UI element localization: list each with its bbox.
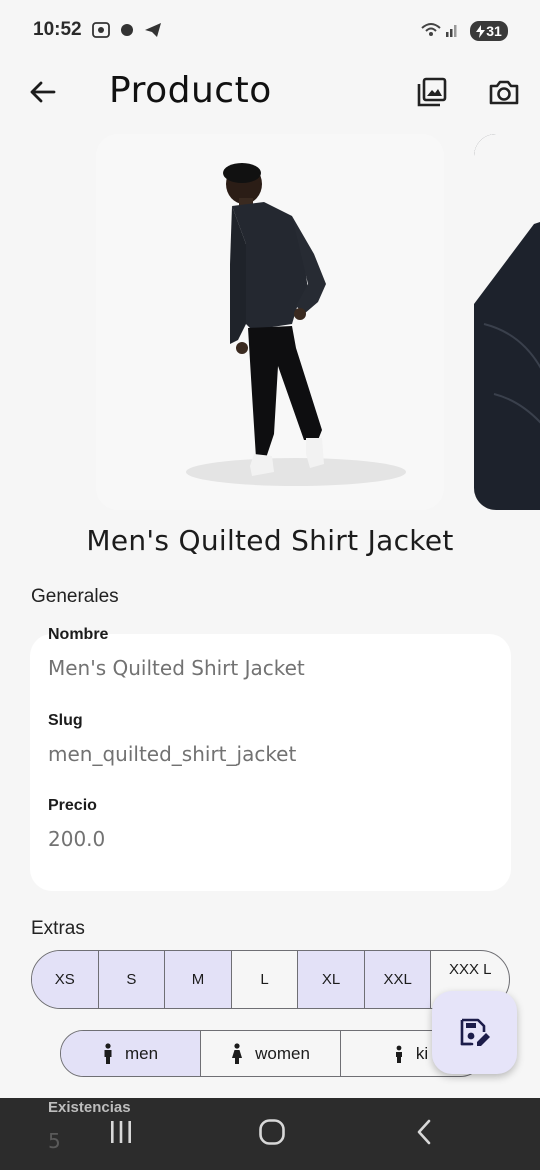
size-option-l[interactable]: L <box>232 951 299 1008</box>
gender-option-men[interactable]: men <box>61 1031 201 1076</box>
battery-indicator: 31 <box>470 21 508 41</box>
telegram-icon <box>144 22 161 37</box>
save-button[interactable] <box>432 991 517 1074</box>
gallery-button[interactable] <box>410 70 454 114</box>
back-nav-button[interactable] <box>399 1112 449 1152</box>
recent-apps-button[interactable] <box>96 1112 146 1152</box>
arrow-left-icon <box>30 81 56 103</box>
home-icon <box>259 1119 285 1145</box>
slug-field[interactable]: men_quilted_shirt_jacket <box>48 742 296 766</box>
status-time: 10:52 <box>33 19 82 40</box>
product-image-carousel[interactable] <box>0 132 540 512</box>
photo-library-icon <box>417 77 447 107</box>
status-bar: 10:52 31 <box>0 0 540 60</box>
product-title: Men's Quilted Shirt Jacket <box>86 524 454 557</box>
gender-selector: men women ki <box>60 1030 484 1077</box>
product-image[interactable] <box>96 134 444 510</box>
back-button[interactable] <box>20 70 64 114</box>
size-option-s[interactable]: S <box>98 951 166 1008</box>
charging-icon <box>476 24 486 38</box>
gender-label-men: men <box>124 1043 159 1063</box>
name-field[interactable]: Men's Quilted Shirt Jacket <box>48 656 305 680</box>
gear-notification-icon <box>120 23 133 36</box>
child-icon <box>395 1045 402 1063</box>
model-photo <box>186 163 406 486</box>
home-button[interactable] <box>247 1112 297 1152</box>
signal-icon <box>420 20 460 42</box>
recent-apps-icon <box>111 1121 131 1143</box>
person-icon <box>104 1042 112 1064</box>
gender-label-women: women <box>255 1043 310 1063</box>
battery-level: 31 <box>486 23 502 39</box>
gender-option-women[interactable]: women <box>201 1031 341 1076</box>
camera-icon <box>489 80 519 105</box>
section-extras-label: Extras <box>31 918 85 939</box>
camera-button[interactable] <box>482 70 526 114</box>
size-option-xl[interactable]: XL <box>298 951 365 1008</box>
slug-field-label: Slug <box>48 712 83 729</box>
section-general-label: Generales <box>31 586 119 607</box>
stock-field[interactable]: 5 <box>48 1129 61 1153</box>
chevron-left-icon <box>417 1119 431 1145</box>
size-option-xxl[interactable]: XXL <box>364 951 432 1008</box>
screenshot-icon <box>92 21 110 38</box>
stock-field-label: Existencias <box>48 1099 131 1116</box>
name-field-label: Nombre <box>48 626 109 643</box>
page-title: Producto <box>109 70 272 111</box>
notification-icons <box>92 20 162 38</box>
gender-label-kids: ki <box>415 1043 429 1063</box>
product-image-2[interactable] <box>474 134 540 510</box>
size-option-xs[interactable]: XS <box>32 951 99 1008</box>
jacket-detail-photo <box>474 134 540 510</box>
size-option-m[interactable]: M <box>165 951 232 1008</box>
price-field[interactable]: 200.0 <box>48 827 105 851</box>
price-field-label: Precio <box>48 797 97 814</box>
save-edit-icon <box>460 1018 490 1046</box>
person-dress-icon <box>232 1042 243 1064</box>
